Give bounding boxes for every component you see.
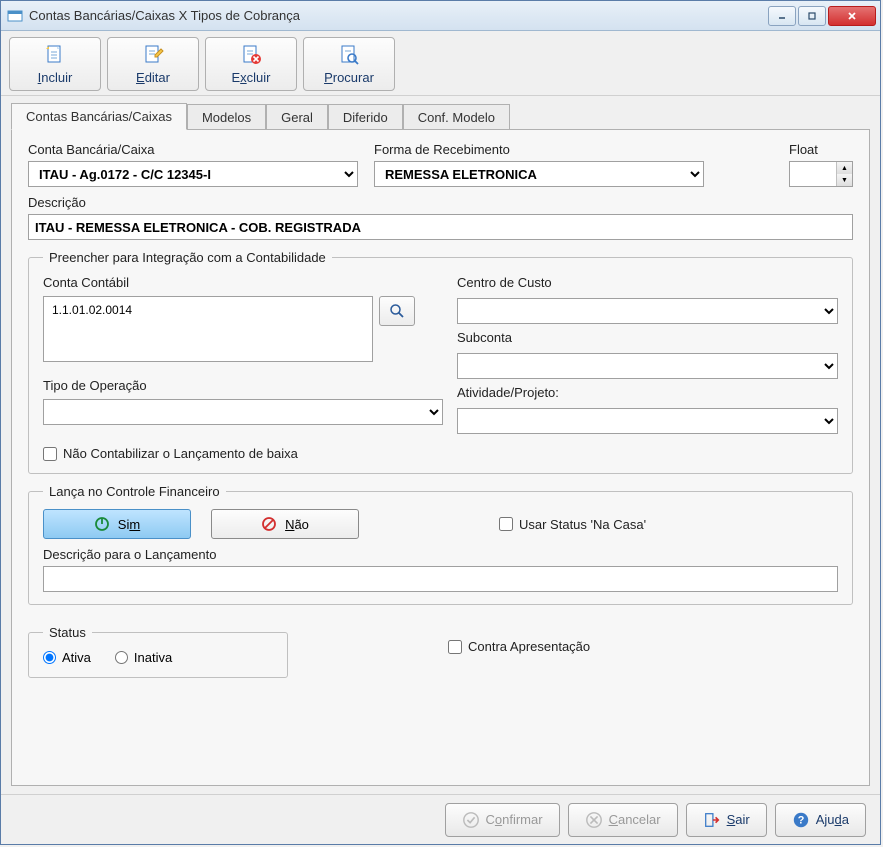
excluir-button[interactable]: Excluir (205, 37, 297, 91)
sair-label: air (735, 812, 749, 827)
window-title: Contas Bancárias/Caixas X Tipos de Cobra… (29, 8, 766, 23)
atividade-select[interactable] (457, 408, 838, 434)
usar-status-label: Usar Status 'Na Casa' (519, 517, 646, 532)
subconta-label: Subconta (457, 330, 838, 345)
excluir-label: cluir (247, 70, 271, 85)
lanca-legend: Lança no Controle Financeiro (43, 484, 226, 499)
nao-contabilizar-checkbox[interactable] (43, 447, 57, 461)
conta-bancaria-label: Conta Bancária/Caixa (28, 142, 358, 157)
forma-recebimento-select[interactable]: REMESSA ELETRONICA (374, 161, 704, 187)
confirmar-label: nfirmar (502, 812, 542, 827)
centro-custo-select[interactable] (457, 298, 838, 324)
integracao-contabilidade-group: Preencher para Integração com a Contabil… (28, 250, 853, 474)
centro-custo-label: Centro de Custo (457, 275, 838, 290)
nao-contabilizar-label: Não Contabilizar o Lançamento de baixa (63, 446, 298, 461)
conta-contabil-search-button[interactable] (379, 296, 415, 326)
tab-body: Conta Bancária/Caixa ITAU - Ag.0172 - C/… (11, 129, 870, 786)
sim-label-pre: Si (118, 517, 130, 532)
incluir-button[interactable]: Incluir (9, 37, 101, 91)
descricao-label: Descrição (28, 195, 853, 210)
atividade-label: Atividade/Projeto: (457, 385, 838, 400)
sim-label-u: m (129, 517, 140, 532)
lanca-controle-group: Lança no Controle Financeiro Sim Não Usa… (28, 484, 853, 605)
confirmar-label-pre: C (486, 812, 495, 827)
help-icon: ? (792, 811, 810, 829)
prohibit-icon (261, 516, 277, 532)
status-inativa-label: Inativa (134, 650, 172, 665)
tipo-operacao-select[interactable] (43, 399, 443, 425)
descricao-input[interactable] (28, 214, 853, 240)
app-icon (7, 8, 23, 24)
cancelar-label-u: C (609, 812, 618, 827)
tab-modelos[interactable]: Modelos (187, 104, 266, 130)
float-down-button[interactable]: ▼ (837, 174, 852, 186)
tab-conf-modelo[interactable]: Conf. Modelo (403, 104, 510, 130)
toolbar: Incluir Editar Excluir Procurar (1, 31, 880, 96)
descricao-lanc-label: Descrição para o Lançamento (43, 547, 838, 562)
editar-button[interactable]: Editar (107, 37, 199, 91)
search-icon (388, 302, 406, 320)
edit-document-icon (141, 43, 165, 67)
power-on-icon (94, 516, 110, 532)
status-ativa-label: Ativa (62, 650, 91, 665)
editar-label-u: E (136, 70, 145, 85)
cancelar-label: ancelar (618, 812, 661, 827)
ajuda-button[interactable]: ? Ajuda (775, 803, 866, 837)
excluir-label-pre: E (231, 70, 240, 85)
cancel-circle-icon (585, 811, 603, 829)
nao-button[interactable]: Não (211, 509, 359, 539)
integracao-legend: Preencher para Integração com a Contabil… (43, 250, 332, 265)
conta-contabil-box[interactable]: 1.1.01.02.0014 (43, 296, 373, 362)
check-circle-icon (462, 811, 480, 829)
sim-button[interactable]: Sim (43, 509, 191, 539)
status-group: Status Ativa Inativa (28, 625, 288, 678)
ajuda-label-pre: Aju (816, 812, 835, 827)
status-legend: Status (43, 625, 92, 640)
sair-button[interactable]: Sair (686, 803, 767, 837)
delete-document-icon (239, 43, 263, 67)
tab-contas[interactable]: Contas Bancárias/Caixas (11, 103, 187, 130)
editar-label: ditar (145, 70, 170, 85)
tab-diferido[interactable]: Diferido (328, 104, 403, 130)
float-label: Float (789, 142, 853, 157)
bottom-bar: Confirmar Cancelar Sair ? Ajuda (1, 794, 880, 844)
contra-apresentacao-label: Contra Apresentação (468, 639, 590, 654)
confirmar-button[interactable]: Confirmar (445, 803, 560, 837)
float-up-button[interactable]: ▲ (837, 162, 852, 174)
search-document-icon (337, 43, 361, 67)
svg-text:?: ? (797, 814, 804, 826)
descricao-lanc-input[interactable] (43, 566, 838, 592)
usar-status-checkbox[interactable] (499, 517, 513, 531)
ajuda-label: a (842, 812, 849, 827)
ajuda-label-u: d (835, 812, 842, 827)
nao-label: ão (294, 517, 308, 532)
forma-recebimento-label: Forma de Recebimento (374, 142, 704, 157)
status-inativa-radio[interactable] (115, 651, 128, 664)
minimize-button[interactable] (768, 6, 796, 26)
tipo-operacao-label: Tipo de Operação (43, 378, 443, 393)
contra-apresentacao-checkbox[interactable] (448, 640, 462, 654)
conta-bancaria-select[interactable]: ITAU - Ag.0172 - C/C 12345-I (28, 161, 358, 187)
sair-label-u: S (727, 812, 736, 827)
status-ativa-radio[interactable] (43, 651, 56, 664)
cancelar-button[interactable]: Cancelar (568, 803, 678, 837)
titlebar: Contas Bancárias/Caixas X Tipos de Cobra… (1, 1, 880, 31)
tab-geral[interactable]: Geral (266, 104, 328, 130)
conta-contabil-label: Conta Contábil (43, 275, 443, 290)
float-spinner[interactable]: ▲ ▼ (789, 161, 853, 187)
close-button[interactable] (828, 6, 876, 26)
procurar-button[interactable]: Procurar (303, 37, 395, 91)
float-input[interactable] (790, 162, 836, 186)
incluir-label: ncluir (41, 70, 72, 85)
new-document-icon (43, 43, 67, 67)
maximize-button[interactable] (798, 6, 826, 26)
conta-contabil-value: 1.1.01.02.0014 (52, 303, 132, 317)
procurar-label: rocurar (333, 70, 374, 85)
exit-icon (703, 811, 721, 829)
procurar-label-u: P (324, 70, 333, 85)
tab-strip: Contas Bancárias/Caixas Modelos Geral Di… (1, 96, 880, 129)
subconta-select[interactable] (457, 353, 838, 379)
